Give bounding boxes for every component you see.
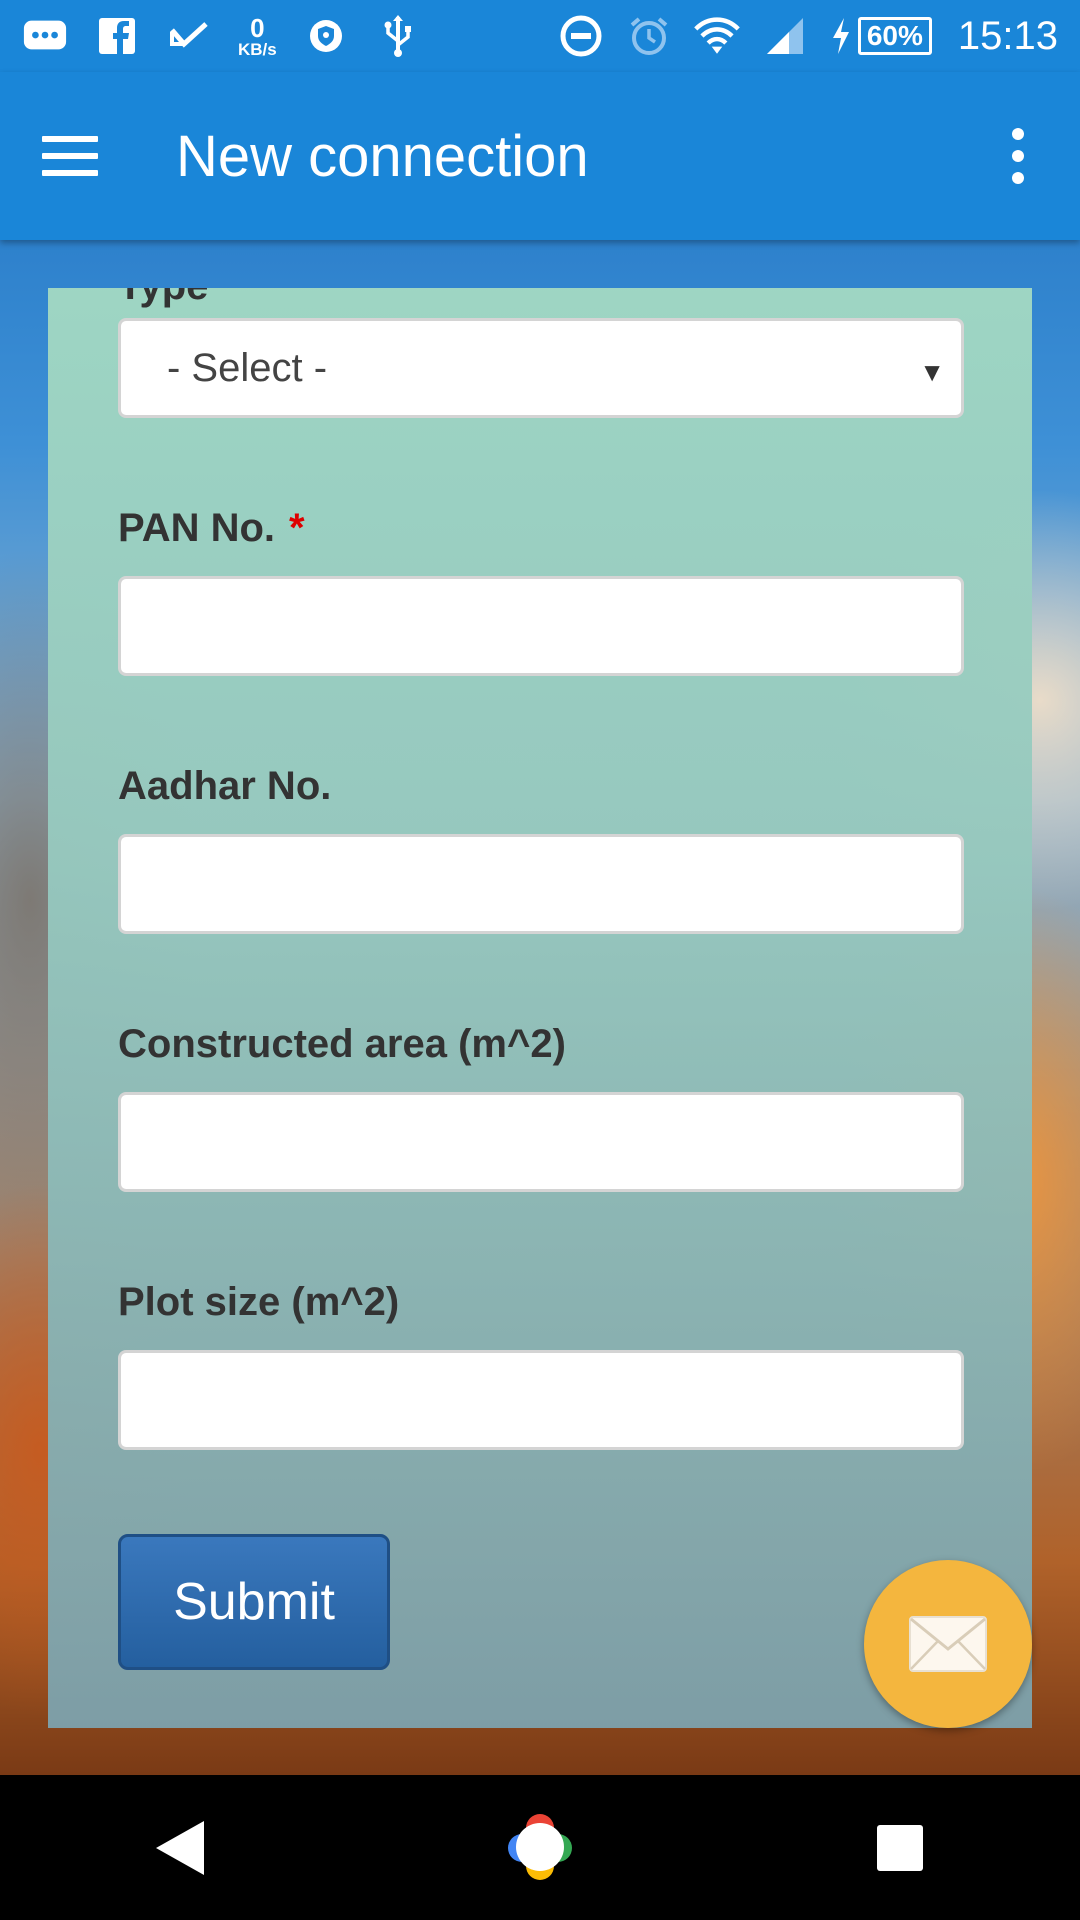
recents-icon[interactable] [840, 1788, 960, 1908]
envelope-icon [909, 1616, 987, 1672]
plot-size-label: Plot size (m^2) [118, 1280, 400, 1324]
page-title: New connection [176, 123, 589, 189]
alarm-icon [626, 13, 672, 59]
required-mark: * [289, 506, 305, 550]
network-speed-value: 0 [250, 12, 265, 43]
connection-form: Type - Select - ▼ PAN No. * Aadhar No. Co… [48, 288, 1032, 1728]
hamburger-menu-icon[interactable] [42, 114, 126, 198]
aadhar-input[interactable] [118, 834, 964, 934]
charging-icon [832, 18, 849, 54]
facebook-icon [94, 13, 140, 59]
status-bar: 0 KB/s 60% 15:13 [0, 0, 1080, 72]
pan-label-text: PAN No. [118, 506, 276, 550]
signal-icon [762, 13, 808, 59]
aadhar-label: Aadhar No. [118, 764, 332, 808]
dropdown-arrow-icon: ▼ [919, 357, 945, 387]
mail-fab-button[interactable] [864, 1560, 1032, 1728]
back-icon[interactable] [120, 1788, 240, 1908]
type-select[interactable]: - Select - ▼ [118, 318, 964, 418]
network-speed-unit: KB/s [238, 39, 277, 59]
wifi-icon [694, 13, 740, 59]
pan-input[interactable] [118, 576, 964, 676]
constructed-area-label: Constructed area (m^2) [118, 1022, 566, 1066]
dnd-icon [558, 13, 604, 59]
system-nav-bar [0, 1775, 1080, 1920]
vpn-shield-icon [303, 13, 349, 59]
battery-indicator: 60% [830, 16, 932, 56]
type-select-value: - Select - [167, 345, 328, 390]
plot-size-input[interactable] [118, 1350, 964, 1450]
app-bar: New connection [0, 72, 1080, 240]
pan-label: PAN No. * [118, 506, 305, 551]
message-icon [22, 13, 68, 59]
more-vert-icon[interactable] [998, 114, 1038, 198]
home-icon[interactable] [480, 1788, 600, 1908]
network-speed: 0 KB/s [238, 15, 277, 58]
usb-icon [375, 13, 421, 59]
check-download-icon [166, 13, 212, 59]
clock: 15:13 [957, 13, 1058, 58]
submit-button[interactable]: Submit [118, 1534, 390, 1670]
constructed-area-input[interactable] [118, 1092, 964, 1192]
battery-level: 60% [857, 17, 932, 55]
type-label: Type [118, 288, 208, 309]
